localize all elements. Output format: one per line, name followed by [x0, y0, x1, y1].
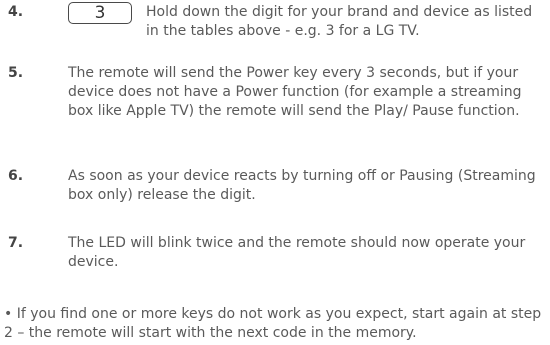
step-text: The remote will send the Power key every…	[68, 65, 522, 119]
step-number: 4.	[8, 4, 24, 20]
step-number: 6.	[8, 168, 24, 184]
step-text: As soon as your device reacts by turning…	[68, 168, 536, 203]
instruction-page: 4. 3 Hold down the digit for your brand …	[0, 0, 550, 345]
digit-key-icon: 3	[68, 2, 132, 24]
step-text: Hold down the digit for your brand and d…	[146, 4, 533, 39]
step-text: The LED will blink twice and the remote …	[68, 235, 526, 270]
step-number: 5.	[8, 65, 24, 81]
step-number: 7.	[8, 235, 24, 251]
restart-note: • If you find one or more keys do not wo…	[4, 306, 542, 341]
